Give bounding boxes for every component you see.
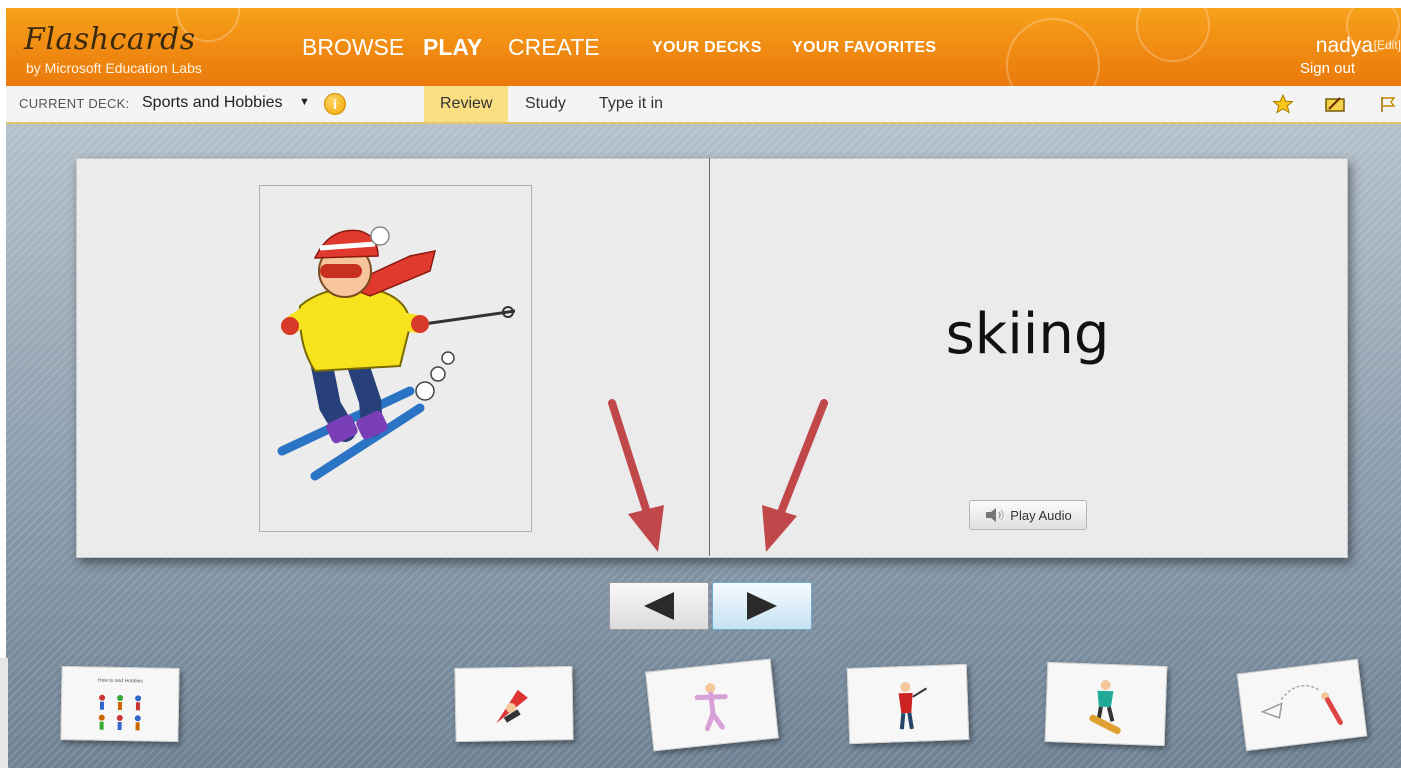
current-deck-label: CURRENT DECK: <box>19 96 130 111</box>
next-card-button[interactable] <box>712 582 812 630</box>
flag-icon[interactable] <box>1378 94 1400 114</box>
speaker-icon <box>986 508 1004 522</box>
logo-title[interactable]: Flashcards <box>24 22 196 57</box>
tab-type-it-in[interactable]: Type it in <box>583 86 679 122</box>
app-header: Flashcards by Microsoft Education Labs B… <box>6 8 1401 86</box>
deck-selector[interactable]: Sports and Hobbies <box>142 94 283 112</box>
decorative-circle <box>1136 8 1210 62</box>
window-edge <box>0 658 8 768</box>
thumbnail-hockey[interactable] <box>846 663 970 745</box>
info-icon[interactable]: i <box>324 93 346 115</box>
snowboarding-thumbnail-icon <box>1089 679 1121 735</box>
deck-toolbar: CURRENT DECK: Sports and Hobbies ▼ i Rev… <box>6 86 1401 124</box>
sledding-thumbnail-icon <box>496 689 528 724</box>
right-triangle-icon <box>747 592 777 620</box>
edit-profile-link[interactable]: [Edit] <box>1374 38 1401 52</box>
hockey-thumbnail-icon <box>898 682 927 730</box>
thumbnail-sledding[interactable] <box>454 665 574 743</box>
thumbnail-diving[interactable] <box>1236 658 1368 752</box>
nav-create[interactable]: CREATE <box>508 34 600 61</box>
thumbnail-snowboarding[interactable] <box>1044 661 1168 747</box>
user-name: nadya <box>1315 34 1373 57</box>
decorative-circle <box>1006 18 1100 86</box>
nav-play[interactable]: PLAY <box>423 34 482 61</box>
edit-icon[interactable] <box>1324 94 1346 114</box>
card-word: skiing <box>945 302 1110 367</box>
favorite-star-icon[interactable] <box>1272 94 1294 114</box>
thumbnail-deck-title[interactable]: How to and Hobbies <box>60 665 180 743</box>
sign-out-link[interactable]: Sign out <box>1300 60 1355 77</box>
nav-your-decks[interactable]: YOUR DECKS <box>652 39 762 57</box>
skier-illustration-icon <box>277 226 516 481</box>
nav-your-favorites[interactable]: YOUR FAVORITES <box>792 39 936 57</box>
logo-subtitle: by Microsoft Education Labs <box>26 60 202 76</box>
diving-thumbnail-icon <box>1260 684 1343 725</box>
play-audio-label: Play Audio <box>1010 507 1072 523</box>
skating-thumbnail-icon <box>694 683 728 732</box>
tab-study[interactable]: Study <box>509 86 582 122</box>
previous-card-button[interactable] <box>609 582 709 630</box>
chevron-down-icon[interactable]: ▼ <box>299 96 310 108</box>
left-triangle-icon <box>644 592 674 620</box>
nav-browse[interactable]: BROWSE <box>302 34 404 61</box>
tab-review[interactable]: Review <box>424 86 509 122</box>
card-image-frame <box>259 185 532 532</box>
thumbnail-skating[interactable] <box>645 658 779 752</box>
play-audio-button[interactable]: Play Audio <box>969 500 1087 530</box>
